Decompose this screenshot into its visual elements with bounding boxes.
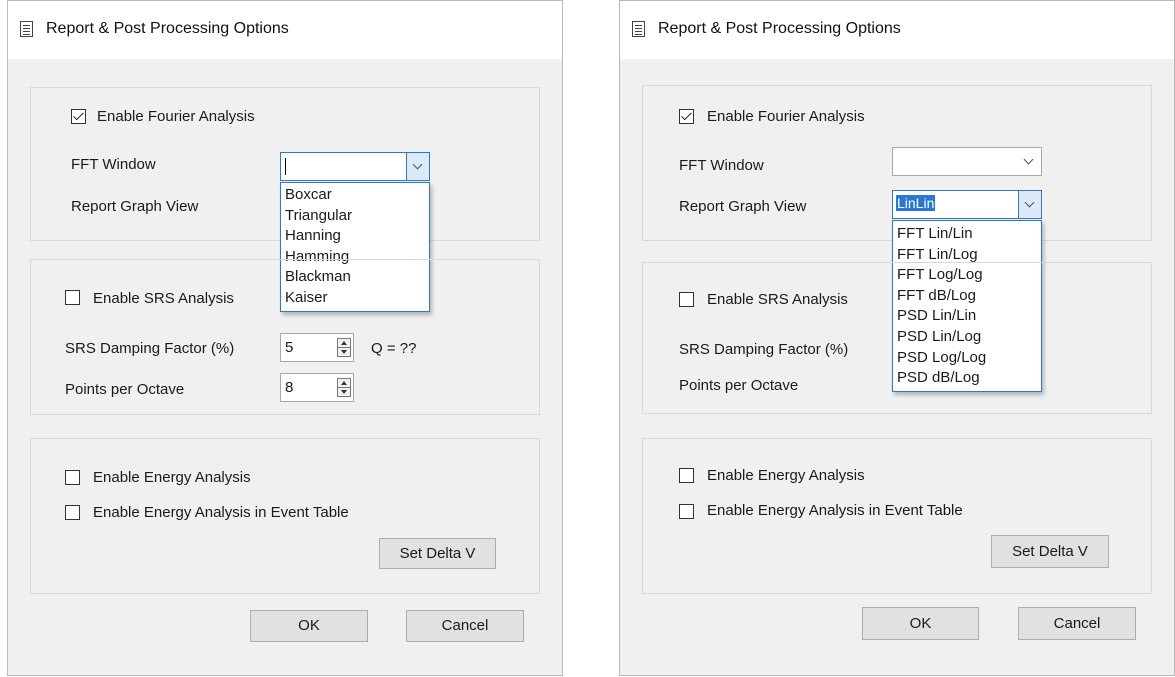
title-bar: Report & Post Processing Options [620,1,1174,59]
q-value-label: Q = ?? [371,340,417,357]
srs-damping-spinner[interactable]: 5 [280,333,354,362]
graph-view-option[interactable]: FFT Lin/Lin [893,224,1041,245]
report-graph-view-dropdown-button[interactable] [1018,191,1041,218]
ok-button[interactable]: OK [862,607,979,640]
srs-group: Enable SRS Analysis SRS Damping Factor (… [642,262,1152,414]
energy-group: Enable Energy Analysis Enable Energy Ana… [642,438,1152,594]
report-graph-view-value: LinLin [896,195,936,211]
points-per-octave-label: Points per Octave [679,377,799,394]
enable-fourier-label: Enable Fourier Analysis [97,108,255,125]
report-graph-view-select[interactable]: LinLin [892,190,1042,219]
chevron-down-icon [1023,154,1034,165]
enable-srs-checkbox[interactable] [65,290,80,305]
enable-fourier-label: Enable Fourier Analysis [707,108,865,125]
spinner-divider [338,347,350,348]
enable-energy-event-table-label: Enable Energy Analysis in Event Table [707,502,963,519]
enable-energy-event-table-checkbox[interactable] [679,504,694,519]
enable-energy-event-table-checkbox[interactable] [65,505,80,520]
cancel-button[interactable]: Cancel [406,610,524,642]
enable-fourier-checkbox[interactable] [71,109,86,124]
enable-srs-label: Enable SRS Analysis [707,291,848,308]
dialog-title: Report & Post Processing Options [658,20,901,37]
report-graph-view-label: Report Graph View [679,198,807,215]
chevron-down-icon [1024,197,1035,208]
enable-energy-label: Enable Energy Analysis [707,467,865,484]
enable-energy-checkbox[interactable] [679,468,694,483]
points-per-octave-value: 8 [285,379,294,396]
enable-energy-event-table-label: Enable Energy Analysis in Event Table [93,504,349,521]
fft-window-label: FFT Window [679,157,764,174]
srs-damping-label: SRS Damping Factor (%) [679,341,849,358]
fft-window-select[interactable] [280,152,430,181]
enable-srs-checkbox[interactable] [679,292,694,307]
fft-window-dropdown-button[interactable] [406,153,429,180]
spinner-divider [338,387,350,388]
points-per-octave-label: Points per Octave [65,381,185,398]
enable-fourier-checkbox[interactable] [679,109,694,124]
chevron-down-icon [412,159,423,170]
report-graph-view-label: Report Graph View [71,198,199,215]
title-bar: Report & Post Processing Options [8,1,562,59]
energy-group: Enable Energy Analysis Enable Energy Ana… [30,438,540,594]
document-icon [20,21,33,37]
text-caret [285,158,286,175]
dialog-report-graph-view-open: Report & Post Processing Options Enable … [619,0,1175,676]
enable-energy-label: Enable Energy Analysis [93,469,251,486]
fft-window-dropdown-button[interactable] [1018,148,1041,175]
fft-window-option[interactable]: Boxcar [281,185,429,206]
document-icon [632,21,645,37]
fft-window-option[interactable]: Hanning [281,226,429,247]
fft-window-option[interactable]: Triangular [281,206,429,227]
set-delta-v-button[interactable]: Set Delta V [379,538,496,569]
srs-damping-label: SRS Damping Factor (%) [65,340,235,357]
enable-energy-checkbox[interactable] [65,470,80,485]
dialog-title: Report & Post Processing Options [46,20,289,37]
cancel-button[interactable]: Cancel [1018,607,1136,640]
fft-window-label: FFT Window [71,156,156,173]
dialog-fft-window-open: Report & Post Processing Options Enable … [7,0,563,676]
ok-button[interactable]: OK [250,610,368,642]
srs-damping-value: 5 [285,339,294,356]
set-delta-v-button[interactable]: Set Delta V [991,535,1109,568]
enable-srs-label: Enable SRS Analysis [93,290,234,307]
fft-window-select[interactable] [892,147,1042,176]
points-per-octave-spinner[interactable]: 8 [280,373,354,402]
